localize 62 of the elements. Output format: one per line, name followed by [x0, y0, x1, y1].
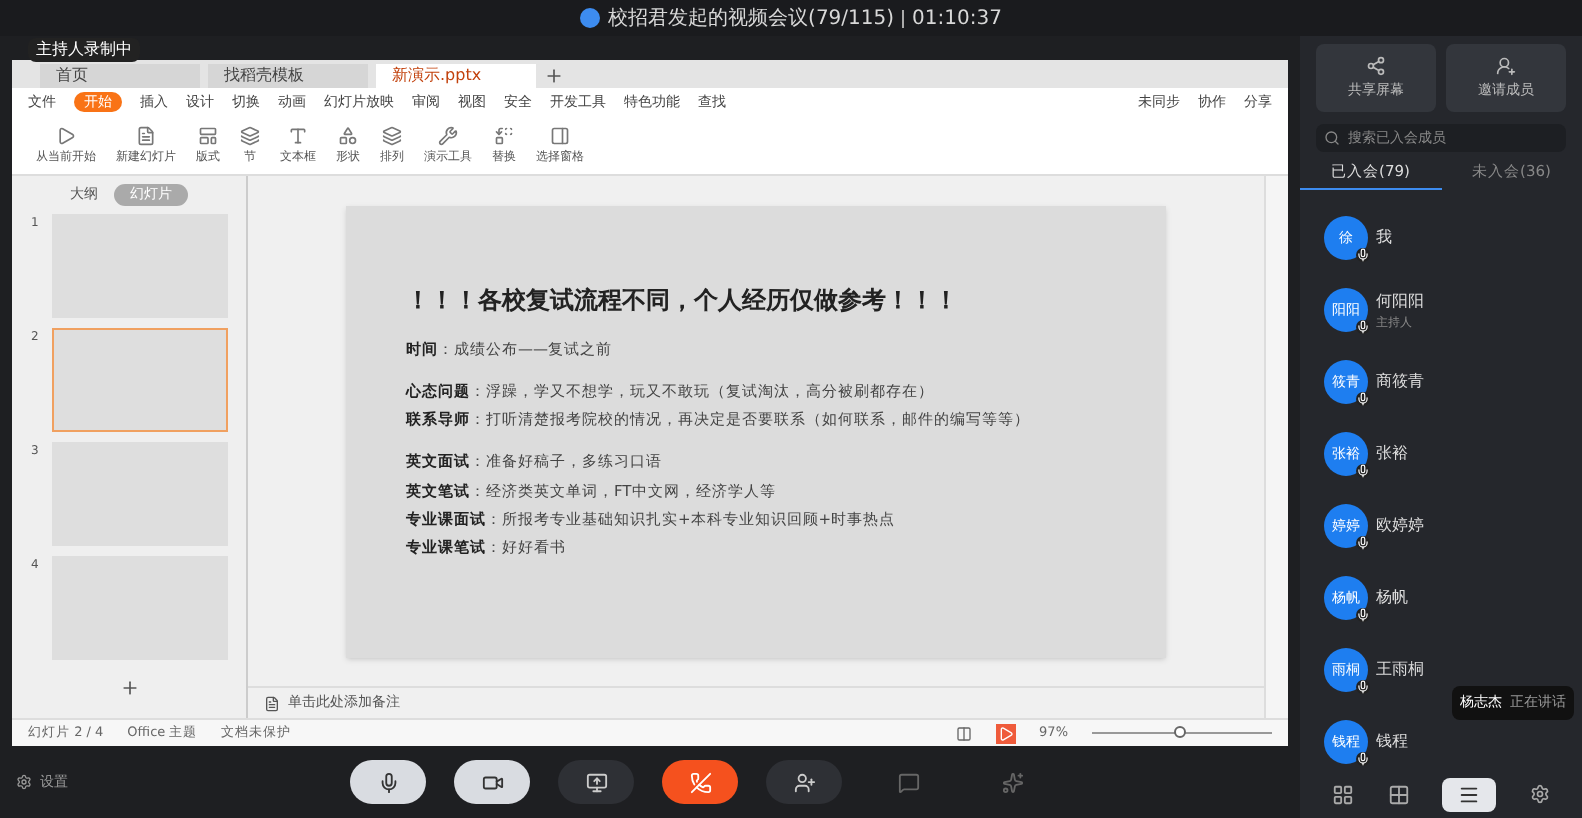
member-name: 王雨桐: [1376, 658, 1424, 683]
slideshow-icon[interactable]: [995, 723, 1016, 743]
member-name: 欧婷婷: [1376, 514, 1424, 539]
ribbon-icon: [438, 125, 458, 145]
settings-icon[interactable]: [1529, 784, 1550, 804]
mic-icon: [1356, 608, 1370, 623]
member-name: 何阳阳: [1376, 289, 1424, 314]
ribbon-icon: [550, 125, 570, 145]
add-slide-icon[interactable]: [119, 677, 139, 697]
mic-icon: [1356, 752, 1370, 767]
camera-button[interactable]: [454, 760, 530, 804]
mic-icon: [1356, 680, 1370, 695]
share-screen-icon: [585, 771, 607, 793]
chat-icon: [897, 771, 919, 793]
notes-icon: [264, 695, 280, 711]
new-tab-icon[interactable]: [544, 66, 564, 86]
meeting-duration: 01:10:37: [912, 5, 1002, 33]
slide-thumbnail[interactable]: [51, 327, 227, 431]
add-person-icon: [1496, 55, 1516, 76]
ribbon-icon: [288, 125, 308, 145]
mic-icon: [1356, 392, 1370, 407]
settings-icon: [16, 774, 32, 790]
zoom-thumb[interactable]: [1173, 726, 1185, 738]
search-icon: [1324, 130, 1340, 146]
menu-button[interactable]: [1442, 777, 1497, 811]
gallery-icon[interactable]: [1387, 783, 1410, 805]
menu-icon: [1458, 783, 1481, 805]
member-name: 我: [1376, 226, 1392, 251]
view-icon[interactable]: [955, 725, 972, 741]
ribbon-icon: [136, 125, 156, 145]
layout-icon[interactable]: [1332, 783, 1355, 805]
meeting-logo-icon: [580, 8, 601, 28]
member-name: 商筱青: [1376, 370, 1424, 395]
ribbon-icon: [56, 125, 76, 145]
member-name: 张裕: [1376, 442, 1408, 467]
slide-title: ！！！各校复试流程不同，个人经历仅做参考！！！: [406, 283, 960, 317]
camera-icon: [481, 771, 503, 793]
ribbon-icon: [382, 125, 402, 145]
ribbon-icon: [198, 125, 218, 145]
ribbon-icon: [240, 125, 260, 145]
mic-icon: [1356, 536, 1370, 551]
document-tab[interactable]: 首页: [40, 64, 200, 88]
ribbon-icon: [494, 125, 514, 145]
meeting-title: 校招君发起的视频会议(79/115): [608, 5, 895, 33]
mic-icon: [1356, 464, 1370, 479]
member-name: 杨帆: [1376, 586, 1408, 611]
hang-up-button[interactable]: [662, 760, 738, 804]
microphone-button[interactable]: [350, 760, 426, 804]
document-tab[interactable]: 新演示.pptx: [376, 64, 536, 88]
document-tab[interactable]: 找稻壳模板: [208, 64, 368, 88]
hang-up-icon: [689, 771, 711, 793]
member-name: 钱程: [1376, 730, 1408, 755]
members-button[interactable]: [766, 760, 842, 804]
microphone-icon: [377, 771, 399, 793]
mic-icon: [1356, 248, 1370, 263]
recording-badge: 主持人录制中: [28, 38, 140, 62]
person-icon: [793, 771, 815, 793]
sparkle-icon: [1001, 771, 1023, 793]
mic-icon: [1356, 320, 1370, 335]
share-icon: [1366, 55, 1386, 76]
share-screen-button[interactable]: [558, 760, 634, 804]
ribbon-icon: [338, 125, 358, 145]
